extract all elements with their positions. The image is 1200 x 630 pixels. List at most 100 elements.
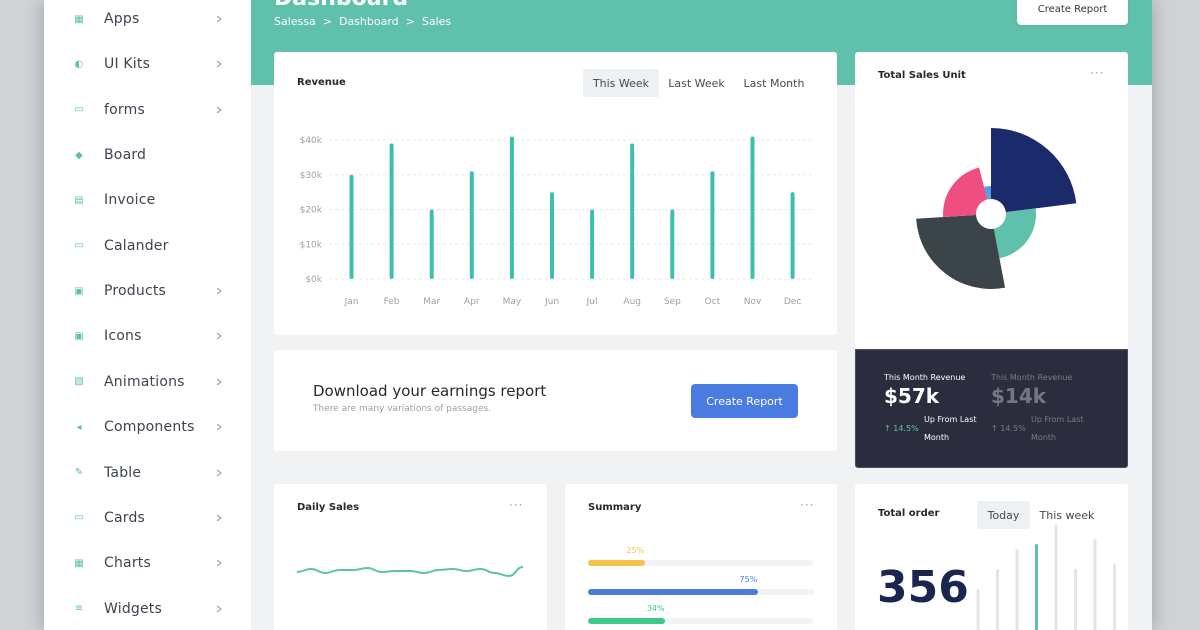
sidebar-item-label: Calander — [104, 237, 169, 254]
summary-progress-label: 75% — [739, 575, 758, 584]
revenue-x-tick-label: Apr — [464, 297, 480, 307]
chevron-right-icon — [214, 604, 224, 614]
total-order-bar[interactable] — [1035, 544, 1038, 630]
sidebar-item-forms[interactable]: ▭ forms — [44, 95, 251, 125]
stat-note: Up From Last Month — [1031, 415, 1084, 442]
table-icon: ✎ — [74, 467, 84, 478]
daily-sales-line-chart — [296, 566, 524, 578]
chevron-right-icon — [214, 377, 224, 387]
revenue-bar[interactable] — [790, 192, 795, 279]
stat-value: $14k — [991, 384, 1047, 408]
chevron-right-icon — [214, 558, 224, 568]
total-order-bar-chart — [976, 524, 1116, 630]
sidebar-item-icons[interactable]: ▣ Icons — [44, 321, 251, 351]
sidebar-item-label: Invoice — [104, 192, 156, 209]
revenue-bar[interactable] — [389, 143, 394, 279]
month-revenue-stat: This Month Revenue $57k — [884, 373, 965, 408]
chevron-right-icon — [214, 513, 224, 523]
chevron-right-icon — [214, 59, 224, 69]
revenue-bar[interactable] — [630, 143, 635, 279]
total-order-bar[interactable] — [1074, 569, 1077, 630]
summary-progress-fill — [588, 618, 665, 624]
sidebar-item-label: Charts — [104, 555, 151, 572]
app-window: ▦ Apps ◐ UI Kits ▭ forms ◆ Board ▤ Invoice ▭ Caland… — [44, 0, 1152, 630]
sidebar-item-widgets[interactable]: ≡ Widgets — [44, 594, 251, 624]
sidebar-item-label: Cards — [104, 509, 146, 526]
total-sales-pie-chart — [916, 128, 1077, 289]
breadcrumb-item-dashboard[interactable]: Dashboard — [339, 15, 399, 28]
sidebar-item-ui-kits[interactable]: ◐ UI Kits — [44, 49, 251, 79]
calendar-icon: ▭ — [74, 240, 84, 252]
stat-change-value: 14.5% — [893, 424, 919, 433]
sidebar-item-label: Board — [104, 147, 147, 164]
total-order-bar[interactable] — [1093, 539, 1097, 630]
sidebar-item-calander[interactable]: ▭ Calander — [44, 231, 251, 261]
revenue-bar[interactable] — [550, 192, 554, 279]
sidebar-item-components[interactable]: ◂ Components — [44, 412, 251, 442]
total-order-bar[interactable] — [996, 569, 999, 630]
revenue-x-tick-label: Nov — [744, 297, 762, 307]
widgets-icon: ≡ — [74, 603, 84, 615]
revenue-x-tick-label: Sep — [664, 297, 681, 307]
board-icon: ◆ — [75, 149, 83, 161]
summary-title: Summary — [588, 502, 642, 513]
breadcrumb-item-salessa[interactable]: Salessa — [274, 15, 316, 28]
earnings-report-card: Download your earnings report There are … — [274, 350, 837, 451]
main-content: Dashboard Salessa > Dashboard > Sales Cr… — [251, 0, 1152, 630]
sidebar-item-products[interactable]: ▣ Products — [44, 276, 251, 306]
revenue-x-tick-label: Jul — [586, 297, 598, 307]
sidebar-item-label: UI Kits — [104, 56, 151, 73]
revenue-bar[interactable] — [349, 174, 354, 279]
create-report-button[interactable]: Create Report — [691, 384, 798, 418]
total-order-bar[interactable] — [1054, 524, 1058, 630]
revenue-bar[interactable] — [509, 136, 514, 279]
sidebar-item-animations[interactable]: ▧ Animations — [44, 367, 251, 397]
total-sales-unit-card: Total Sales Unit ··· — [855, 52, 1128, 349]
daily-sales-line — [296, 566, 524, 578]
sidebar-item-label: Table — [104, 464, 142, 481]
summary-progress-track — [588, 560, 814, 566]
month-revenue-stat: This Month Revenue $14k — [991, 373, 1072, 408]
revenue-x-tick-label: Feb — [384, 297, 400, 307]
pie-center-hole — [976, 199, 1006, 229]
more-dots-icon[interactable]: ··· — [800, 498, 814, 512]
sidebar-item-apps[interactable]: ▦ Apps — [44, 4, 251, 34]
breadcrumb-separator: > — [405, 15, 415, 28]
products-icon: ▣ — [74, 285, 84, 297]
breadcrumb-item-sales: Sales — [421, 15, 452, 28]
revenue-bar[interactable] — [750, 136, 755, 279]
revenue-x-tick-label: Oct — [705, 297, 721, 307]
sidebar-item-table[interactable]: ✎ Table — [44, 458, 251, 488]
summary-progress-track — [588, 589, 814, 595]
sidebar-item-label: Components — [104, 419, 195, 436]
revenue-x-tick-label: Dec — [784, 297, 801, 307]
revenue-x-tick-label: Aug — [623, 297, 641, 307]
revenue-bar-chart: $0k $10k $20k $30k $40k Jan Feb Mar Apr May Jun Jul… — [300, 136, 814, 307]
sidebar-item-charts[interactable]: ▦ Charts — [44, 548, 251, 578]
sidebar-item-label: Products — [104, 283, 167, 300]
revenue-bar[interactable] — [429, 209, 434, 280]
forms-icon: ▭ — [74, 104, 84, 116]
revenue-y-tick-label: $10k — [300, 240, 323, 250]
sidebar-item-cards[interactable]: ▭ Cards — [44, 503, 251, 533]
revenue-bar[interactable] — [590, 209, 595, 280]
sidebar-item-board[interactable]: ◆ Board — [44, 140, 251, 170]
revenue-bar[interactable] — [710, 171, 715, 279]
stat-change-value: 14.5% — [1000, 424, 1026, 433]
sidebar-item-label: forms — [104, 101, 145, 118]
summary-progress-fill — [588, 560, 645, 566]
create-report-top-button[interactable]: Create Report — [1017, 0, 1128, 25]
summary-progress-label: 25% — [626, 546, 645, 555]
revenue-bar[interactable] — [469, 171, 474, 279]
sidebar-item-invoice[interactable]: ▤ Invoice — [44, 185, 251, 215]
page-title: Dashboard — [274, 0, 408, 11]
revenue-bar[interactable] — [670, 209, 675, 280]
total-order-bar[interactable] — [976, 589, 980, 630]
stat-value: $57k — [884, 384, 940, 408]
arrow-up-icon: ↑ — [884, 424, 894, 433]
total-order-bar[interactable] — [1113, 564, 1116, 630]
sidebar-item-label: Apps — [104, 11, 140, 27]
total-order-bar[interactable] — [1015, 549, 1019, 630]
chevron-right-icon — [214, 422, 224, 432]
pie-slice[interactable] — [991, 128, 1077, 214]
